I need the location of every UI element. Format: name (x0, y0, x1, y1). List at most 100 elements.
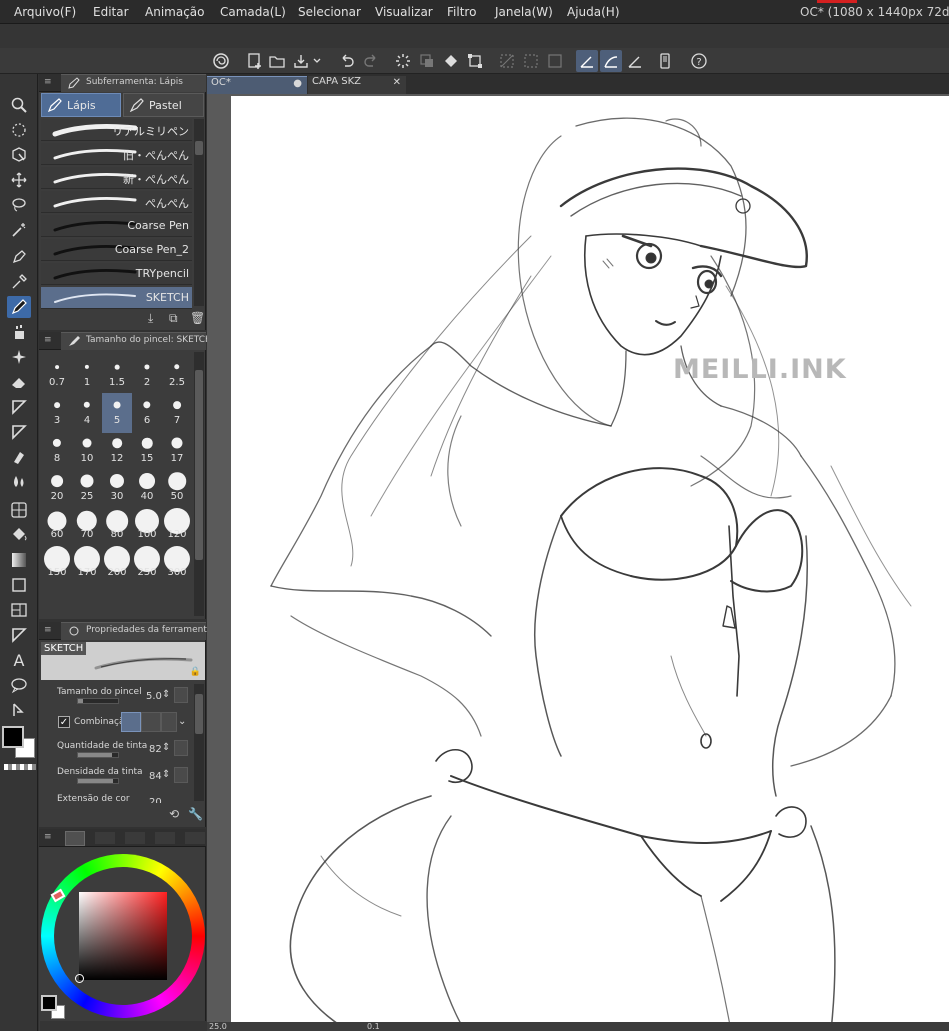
undo-icon[interactable] (336, 50, 358, 72)
brush-size-scrollbar[interactable] (194, 352, 204, 616)
brush-item[interactable]: 新・ぺんぺん (41, 167, 192, 189)
deselect-icon[interactable] (496, 50, 518, 72)
invert-selection-icon[interactable] (520, 50, 542, 72)
brush-size-option[interactable]: 100 (132, 507, 162, 547)
mini-main-color[interactable] (41, 995, 57, 1011)
menu-camada[interactable]: Camada(L) (220, 5, 286, 19)
brush-size-option[interactable]: 40 (132, 469, 162, 509)
brush-item[interactable]: ぺんぺん (41, 191, 192, 213)
object-tool-icon[interactable] (7, 144, 31, 166)
magic-wand-icon[interactable] (7, 219, 31, 241)
brush-size-option[interactable]: 25 (72, 469, 102, 509)
redo-icon[interactable] (360, 50, 382, 72)
brush-size-option[interactable]: 1 (72, 355, 102, 395)
brush-size-option[interactable]: 2 (132, 355, 162, 395)
density-slider[interactable] (77, 778, 119, 784)
tab-pastel[interactable]: Pastel (123, 93, 204, 117)
brush-item[interactable]: リアルミリペン (41, 119, 192, 141)
color-set-tab[interactable] (125, 832, 145, 844)
brush-size-option[interactable]: 1.5 (102, 355, 132, 395)
saturation-value-square[interactable] (79, 892, 167, 980)
approx-color-tab[interactable] (185, 832, 205, 844)
menu-animacao[interactable]: Animação (145, 5, 204, 19)
brush-size-option[interactable]: 8 (42, 431, 72, 471)
brush-size-option[interactable]: 2.5 (162, 355, 192, 395)
brush-size-option[interactable]: 6 (132, 393, 162, 433)
eyedropper-icon[interactable] (7, 271, 31, 293)
menu-editar[interactable]: Editar (93, 5, 129, 19)
brush-size-option[interactable]: 30 (102, 469, 132, 509)
snap-special-ruler-icon[interactable] (600, 50, 622, 72)
smartphone-icon[interactable] (654, 50, 676, 72)
correct-line-icon[interactable] (7, 699, 31, 721)
menu-ajuda[interactable]: Ajuda(H) (567, 5, 620, 19)
selection-border-icon[interactable] (544, 50, 566, 72)
intermediate-color-tab[interactable] (155, 832, 175, 844)
eraser-tool-icon[interactable] (7, 371, 31, 393)
brush-size-option[interactable]: 80 (102, 507, 132, 547)
pencil-tool-icon[interactable] (7, 296, 31, 318)
paint-bucket-icon[interactable] (7, 524, 31, 546)
ruler-tool-icon[interactable] (7, 624, 31, 646)
brush-size-option[interactable]: 250 (132, 545, 162, 585)
pressure-settings-icon[interactable] (174, 767, 188, 783)
brush-size-option[interactable]: 20 (42, 469, 72, 509)
main-color-front[interactable] (2, 726, 24, 748)
amount-value[interactable]: 82 (149, 744, 162, 755)
trash-icon[interactable]: 🗑 (190, 311, 205, 325)
brush-size-option[interactable]: 60 (42, 507, 72, 547)
balloon-tool-icon[interactable] (7, 674, 31, 696)
move-tool-icon[interactable] (7, 169, 31, 191)
brush-size-option[interactable]: 120 (162, 507, 192, 547)
blend-mode-1-icon[interactable] (121, 712, 141, 732)
brush-size-option[interactable]: 17 (162, 431, 192, 471)
brush-size-option[interactable]: 10 (72, 431, 102, 471)
water-drop-icon[interactable] (7, 471, 31, 493)
blend-tool-icon[interactable] (7, 446, 31, 468)
fill-icon[interactable] (440, 50, 462, 72)
brush-item[interactable]: Coarse Pen (41, 215, 192, 237)
transform-icon[interactable] (464, 50, 486, 72)
transparent-color-swatch[interactable] (4, 764, 36, 770)
amount-slider[interactable] (77, 752, 119, 758)
spinner-icon[interactable]: ⇕ (162, 689, 170, 700)
brush-size-option[interactable]: 4 (72, 393, 102, 433)
brush-size-option[interactable]: 12 (102, 431, 132, 471)
clear-icon[interactable] (416, 50, 438, 72)
snap-grid-icon[interactable] (624, 50, 646, 72)
brush-item[interactable]: Coarse Pen_2 (41, 239, 192, 261)
brush-size-option[interactable]: 50 (162, 469, 192, 509)
tab-doc-oc[interactable]: OC* ● (207, 76, 307, 94)
brush-size-prop-value[interactable]: 5.0 (146, 691, 162, 702)
brush-item[interactable]: SKETCH (41, 287, 192, 309)
menu-visualizar[interactable]: Visualizar (375, 5, 433, 19)
blend-mode-2-icon[interactable] (141, 712, 161, 732)
tab-lapis[interactable]: Lápis (41, 93, 121, 117)
pressure-settings-icon[interactable] (174, 740, 188, 756)
blend-mode-3-icon[interactable] (161, 712, 177, 732)
new-file-icon[interactable] (244, 50, 266, 72)
menu-arquivo[interactable]: Arquivo(F) (14, 5, 76, 19)
close-icon[interactable]: ✕ (393, 77, 401, 88)
brush-size-option[interactable]: 150 (42, 545, 72, 585)
brush-size-option[interactable]: 170 (72, 545, 102, 585)
brush-item[interactable]: TRYpencil (41, 263, 192, 285)
menu-selecionar[interactable]: Selecionar (298, 5, 361, 19)
brush-size-option[interactable]: 7 (162, 393, 192, 433)
brush-item[interactable]: 旧・ぺんぺん (41, 143, 192, 165)
clip-studio-icon[interactable] (210, 50, 232, 72)
brush-size-option[interactable]: 0.7 (42, 355, 72, 395)
spinner-icon[interactable]: ⇕ (162, 742, 170, 753)
duplicate-icon[interactable]: ⧉ (169, 311, 178, 326)
brush-size-option[interactable]: 3 (42, 393, 72, 433)
tab-doc-capa[interactable]: CAPA SKZ ✕ (308, 76, 406, 94)
spinner-icon[interactable]: ⇕ (162, 769, 170, 780)
blend-dropdown-icon[interactable]: ⌄ (178, 716, 186, 727)
snap-ruler-icon[interactable] (576, 50, 598, 72)
menu-janela[interactable]: Janela(W) (495, 5, 553, 19)
frame-border-icon[interactable] (7, 499, 31, 521)
save-icon[interactable] (290, 50, 312, 72)
brush-tool-icon[interactable] (7, 321, 31, 343)
pen-tool-icon[interactable] (7, 246, 31, 268)
color-wheel-tab[interactable] (65, 831, 85, 846)
